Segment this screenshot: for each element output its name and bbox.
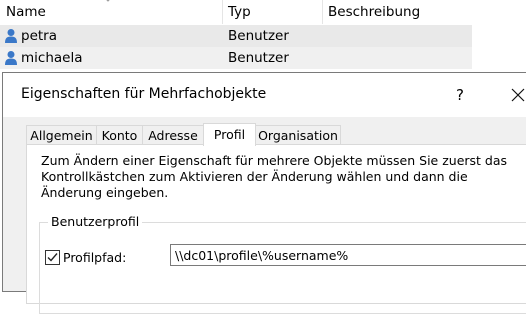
tab-organisation[interactable]: Organisation [255,125,341,144]
user-profile-group: Benutzerprofil Profilpfad: [39,214,526,314]
close-icon[interactable] [509,85,526,105]
user-icon [5,29,17,43]
dialog-title: Eigenschaften für Mehrfachobjekte [21,86,267,102]
user-icon [5,51,17,65]
user-name: petra [21,28,57,44]
list-item[interactable]: petra Benutzer [0,25,472,47]
instruction-text: Zum Ändern einer Eigenschaft für mehrere… [41,153,508,200]
list-item[interactable]: michaela Benutzer [0,47,472,69]
users-list-view: Name Typ Beschreibung petra Benutzer mic… [0,0,526,80]
column-separator[interactable] [322,0,323,24]
group-title: Benutzerprofil [48,214,143,229]
tab-konto[interactable]: Konto [96,125,143,144]
column-separator[interactable] [222,0,223,24]
multi-object-properties-dialog: Eigenschaften für Mehrfachobjekte ? Allg… [2,72,526,314]
tab-profil[interactable]: Profil [203,123,256,146]
checkmark-icon [47,253,58,262]
profile-tab-page: Zum Ändern einer Eigenschaft für mehrere… [26,144,526,314]
user-name: michaela [21,50,83,66]
column-header-type[interactable]: Typ [228,0,251,24]
user-type: Benutzer [228,50,289,66]
help-button[interactable]: ? [451,85,469,105]
column-header-description[interactable]: Beschreibung [328,0,420,24]
profile-path-input[interactable] [170,244,526,266]
dialog-titlebar[interactable]: Eigenschaften für Mehrfachobjekte ? [3,73,526,117]
user-type: Benutzer [228,28,289,44]
list-header: Name Typ Beschreibung [0,0,472,24]
tab-allgemein[interactable]: Allgemein [26,125,97,144]
profile-path-label: Profilpfad: [63,250,127,265]
tab-adresse[interactable]: Adresse [142,125,204,144]
column-header-name[interactable]: Name [6,0,46,24]
sort-caret-icon [106,0,110,2]
profile-path-checkbox[interactable] [45,250,60,265]
